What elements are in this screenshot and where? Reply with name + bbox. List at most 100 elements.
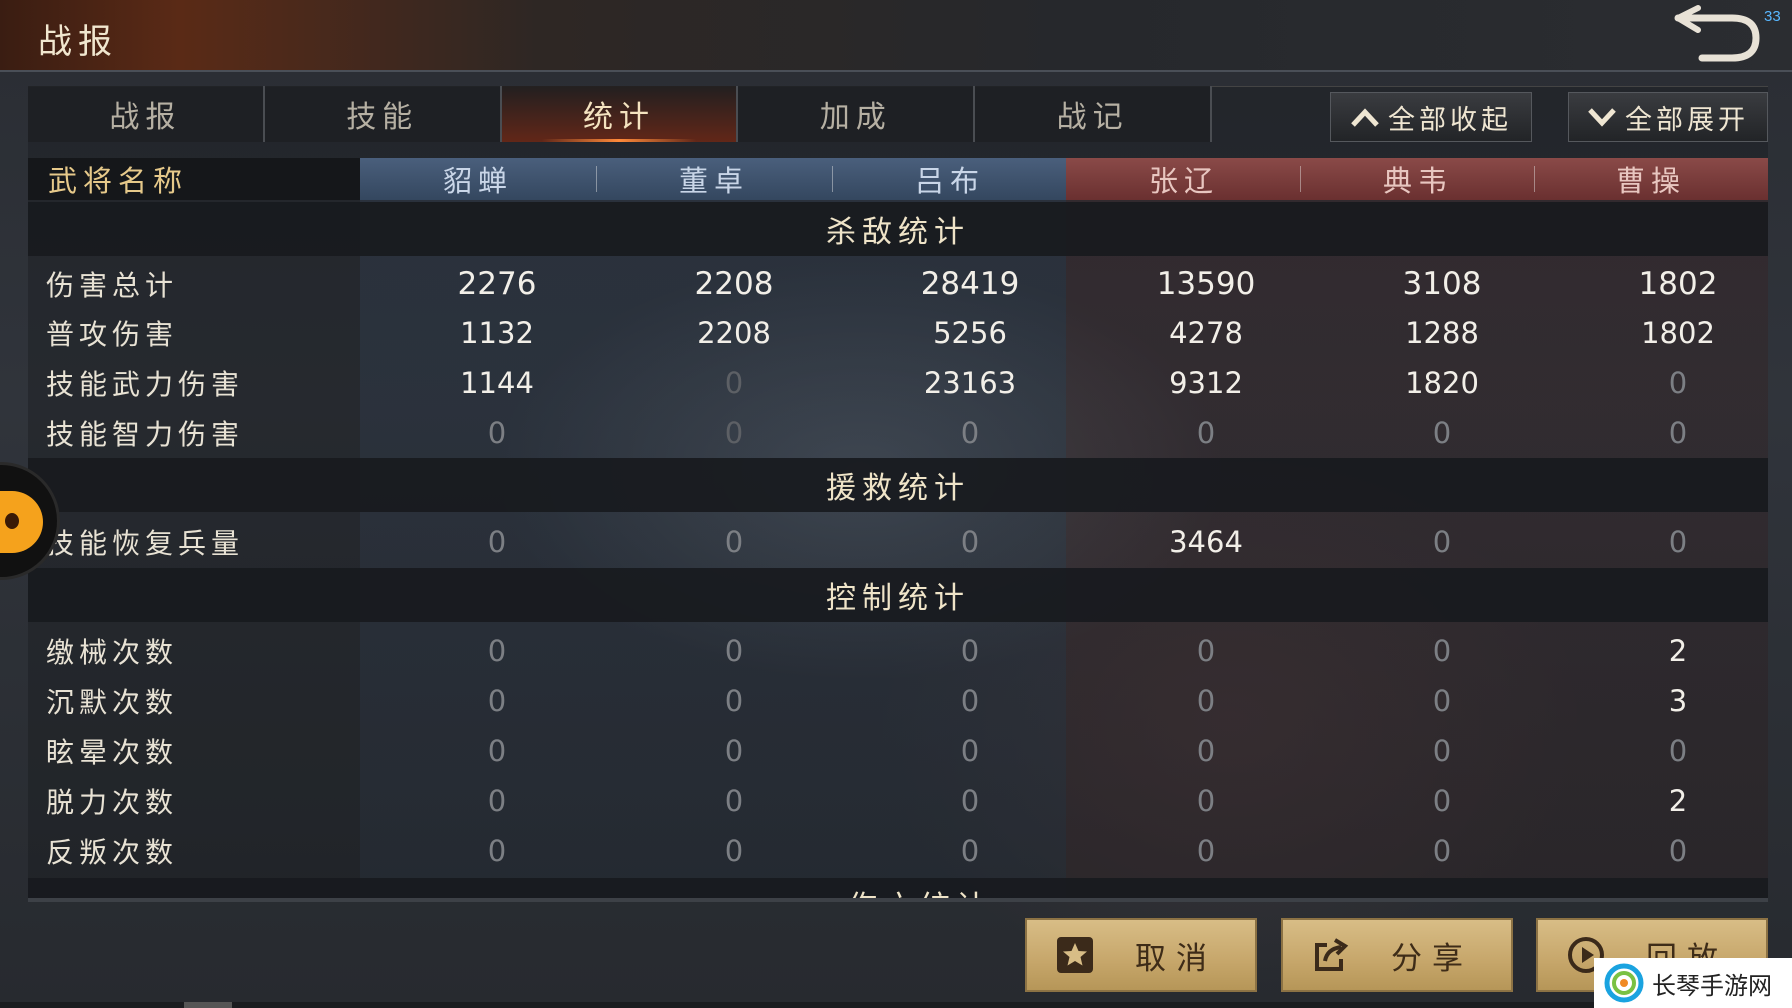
tab-statistics[interactable]: 统计 <box>501 86 739 142</box>
stat-value: 0 <box>960 684 980 718</box>
general-header-zhangliao: 张辽 <box>1066 158 1302 200</box>
chevron-up-icon <box>1351 108 1379 127</box>
section-header-kills[interactable]: 杀敌统计 <box>28 202 1768 256</box>
stat-value: 9312 <box>1169 366 1243 400</box>
stat-value: 3 <box>1668 684 1688 718</box>
tab-battle-log[interactable]: 战记 <box>975 86 1212 142</box>
header-divider <box>1534 166 1535 192</box>
share-icon <box>1307 931 1355 979</box>
stat-value: 0 <box>1432 784 1452 818</box>
stat-value: 0 <box>1196 734 1216 768</box>
star-icon <box>1051 931 1099 979</box>
general-header-dongzhuo: 董卓 <box>596 158 832 200</box>
stat-value: 0 <box>1196 416 1216 450</box>
page-title: 战报 <box>38 22 118 62</box>
expand-all-button[interactable]: 全部展开 <box>1568 92 1768 142</box>
assistant-eye <box>5 513 19 529</box>
site-watermark: 长琴手游网 <box>1594 958 1792 1008</box>
stat-value: 0 <box>724 634 744 668</box>
collapse-all-button[interactable]: 全部收起 <box>1330 92 1532 142</box>
stat-value: 28419 <box>920 266 1020 302</box>
stat-value: 0 <box>487 784 507 818</box>
stat-value: 0 <box>960 416 980 450</box>
row-label: 沉默次数 <box>46 686 179 719</box>
section-title: 伤亡统计 <box>848 882 992 898</box>
back-button[interactable] <box>1668 4 1764 66</box>
stat-value: 4278 <box>1169 316 1243 350</box>
stat-value: 0 <box>724 734 744 768</box>
stat-value: 0 <box>724 684 744 718</box>
section-header-casualties[interactable]: 伤亡统计 <box>28 878 1768 898</box>
stat-value: 0 <box>487 684 507 718</box>
expand-all-label: 全部展开 <box>1625 104 1749 136</box>
stat-value: 0 <box>487 634 507 668</box>
tab-bonus[interactable]: 加成 <box>738 86 976 142</box>
stat-value: 0 <box>1196 784 1216 818</box>
share-button[interactable]: 分享 <box>1281 918 1513 992</box>
tab-skills[interactable]: 技能 <box>265 86 502 142</box>
general-name: 貂蝉 <box>442 164 513 198</box>
stat-value: 0 <box>487 416 507 450</box>
watermark-text: 长琴手游网 <box>1652 971 1772 1000</box>
collapse-all-label: 全部收起 <box>1388 104 1512 136</box>
stat-value: 0 <box>1432 834 1452 868</box>
table-row: 技能恢复兵量 0 0 0 3464 0 0 <box>28 517 1768 567</box>
general-name: 张辽 <box>1148 164 1219 198</box>
stat-value: 0 <box>1668 834 1688 868</box>
stat-value: 2208 <box>694 266 774 302</box>
stat-value: 0 <box>1432 525 1452 559</box>
stat-value: 0 <box>960 784 980 818</box>
table-bottom-divider <box>28 898 1768 902</box>
stat-value: 0 <box>1668 734 1688 768</box>
stat-value: 1820 <box>1405 366 1479 400</box>
table-row: 脱力次数 0 0 0 0 0 2 <box>28 776 1768 826</box>
stat-value: 5256 <box>933 316 1007 350</box>
row-label: 反叛次数 <box>46 836 179 869</box>
stat-value: 0 <box>1196 684 1216 718</box>
row-label: 普攻伤害 <box>46 318 179 351</box>
cancel-label: 取消 <box>1135 940 1217 977</box>
table-row: 沉默次数 0 0 0 0 0 3 <box>28 676 1768 726</box>
stat-value: 0 <box>1668 366 1688 400</box>
row-label: 眩晕次数 <box>46 736 179 769</box>
stat-value: 0 <box>1432 416 1452 450</box>
stat-value: 0 <box>1196 634 1216 668</box>
stat-value: 0 <box>1668 525 1688 559</box>
back-arrow-icon <box>1674 5 1760 62</box>
stat-value: 0 <box>1432 684 1452 718</box>
tab-battle-report[interactable]: 战报 <box>28 86 265 142</box>
stat-value: 2 <box>1668 634 1688 668</box>
stat-value: 0 <box>487 834 507 868</box>
header-divider <box>1300 166 1301 192</box>
stat-value: 0 <box>724 834 744 868</box>
tab-bar: 战报 技能 统计 加成 战记 <box>28 86 1212 142</box>
stat-value: 3464 <box>1169 525 1243 559</box>
table-row: 技能智力伤害 0 0 0 0 0 0 <box>28 408 1768 458</box>
general-name: 董卓 <box>678 164 749 198</box>
general-name-header: 武将名称 <box>28 158 360 200</box>
general-header-diaochan: 貂蝉 <box>360 158 596 200</box>
header-divider <box>596 166 597 192</box>
row-label: 技能恢复兵量 <box>46 527 245 560</box>
general-name: 典韦 <box>1382 164 1453 198</box>
stat-value: 0 <box>724 366 744 400</box>
stat-value: 13590 <box>1156 266 1256 302</box>
stat-value: 0 <box>960 834 980 868</box>
chevron-down-icon <box>1588 108 1616 127</box>
stat-value: 1802 <box>1638 266 1718 302</box>
stat-value: 0 <box>487 525 507 559</box>
bottom-edge-strip <box>0 1002 1594 1008</box>
stat-value: 1144 <box>460 366 534 400</box>
stat-value: 0 <box>960 734 980 768</box>
table-row: 技能武力伤害 1144 0 23163 9312 1820 0 <box>28 358 1768 408</box>
section-header-rescue[interactable]: 援救统计 <box>28 458 1768 512</box>
cancel-button[interactable]: 取消 <box>1025 918 1257 992</box>
table-row: 眩晕次数 0 0 0 0 0 0 <box>28 726 1768 776</box>
stat-value: 3108 <box>1402 266 1482 302</box>
stat-value: 0 <box>1432 634 1452 668</box>
general-header-caocao: 曹操 <box>1534 158 1768 200</box>
table-row: 伤害总计 2276 2208 28419 13590 3108 1802 <box>28 259 1768 309</box>
stat-value: 0 <box>724 525 744 559</box>
section-header-control[interactable]: 控制统计 <box>28 568 1768 622</box>
stat-value: 1802 <box>1641 316 1715 350</box>
